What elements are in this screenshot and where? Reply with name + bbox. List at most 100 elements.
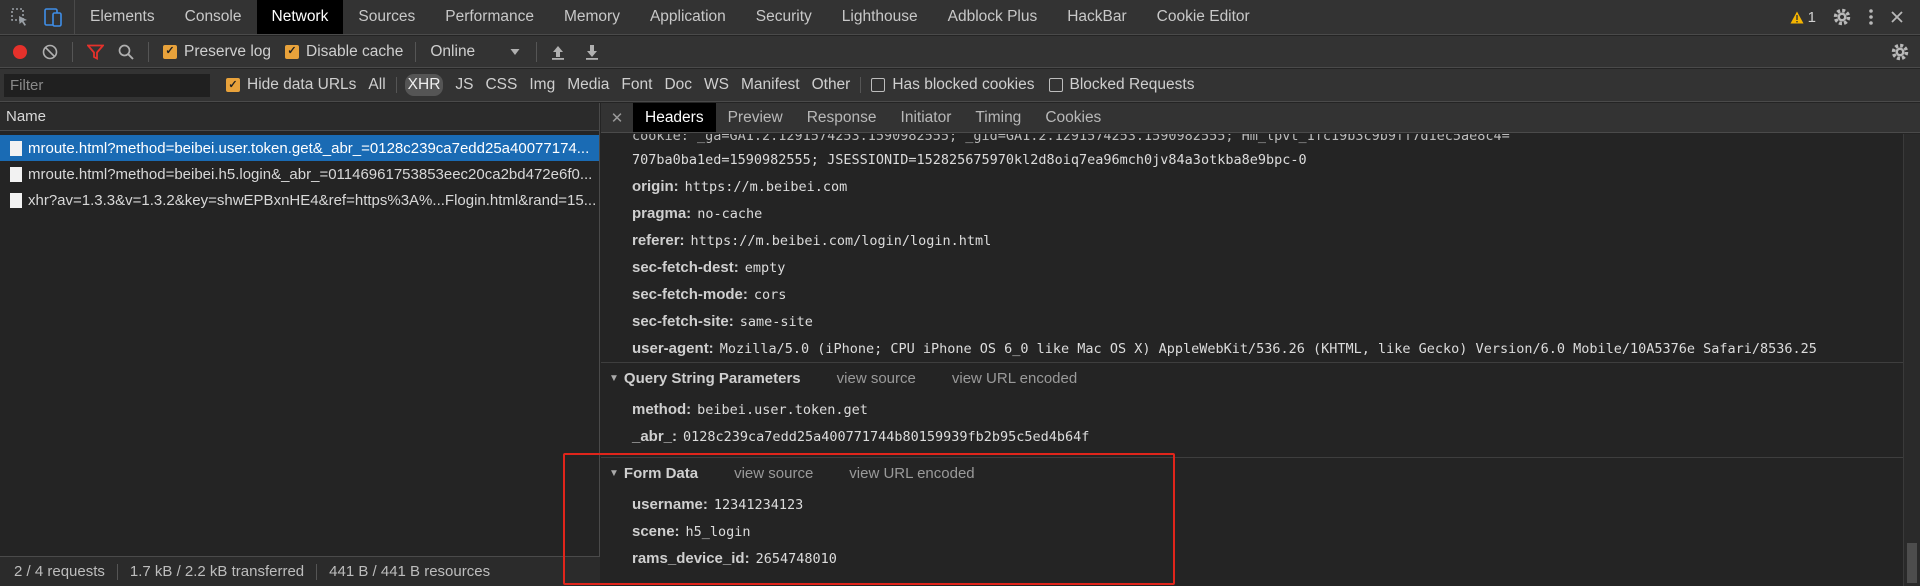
filter-divider: [395, 77, 397, 93]
checkbox-unchecked-icon: [871, 78, 886, 92]
header-key: user-agent:: [632, 340, 714, 357]
type-filter-doc[interactable]: Doc: [664, 76, 692, 94]
header-row: referer: https://m.beibei.com/login/login…: [632, 232, 991, 249]
tab-cookies[interactable]: Cookies: [1033, 103, 1113, 132]
filter-input[interactable]: [4, 73, 210, 97]
request-name: mroute.html?method=beibei.h5.login&_abr_…: [28, 165, 593, 183]
tab-sources[interactable]: Sources: [343, 0, 430, 34]
collapse-triangle-icon: ▼: [609, 468, 619, 479]
hide-data-urls-checkbox[interactable]: ✓ Hide data URLs: [226, 76, 356, 94]
header-row: pragma: no-cache: [632, 205, 762, 222]
type-filter-other[interactable]: Other: [812, 76, 851, 94]
disable-cache-label: Disable cache: [306, 42, 404, 60]
resources-size: 441 B / 441 B resources: [329, 563, 491, 580]
record-icon[interactable]: [12, 44, 28, 60]
form-key: scene:: [632, 523, 680, 540]
type-filter-font[interactable]: Font: [621, 76, 652, 94]
header-key: referer:: [632, 232, 685, 249]
toolbar-divider: [415, 41, 417, 62]
network-toolbar: ✓ Preserve log ✓ Disable cache Online: [0, 36, 1920, 68]
tab-adblock-plus[interactable]: Adblock Plus: [933, 0, 1053, 34]
request-row[interactable]: xhr?av=1.3.3&v=1.3.2&key=shwEPBxnHE4&ref…: [0, 187, 599, 213]
header-value: Mozilla/5.0 (iPhone; CPU iPhone OS 6_0 l…: [719, 341, 1817, 357]
header-key: sec-fetch-mode:: [632, 286, 748, 303]
type-filter-xhr[interactable]: XHR: [404, 74, 444, 96]
request-detail-panel: ✕ Headers Preview Response Initiator Tim…: [601, 103, 1920, 586]
has-blocked-cookies-checkbox[interactable]: Has blocked cookies: [871, 76, 1035, 94]
tab-hackbar[interactable]: HackBar: [1052, 0, 1141, 34]
type-filter-manifest[interactable]: Manifest: [741, 76, 800, 94]
tab-lighthouse[interactable]: Lighthouse: [827, 0, 933, 34]
tab-cookie-editor[interactable]: Cookie Editor: [1142, 0, 1265, 34]
type-filter-media[interactable]: Media: [567, 76, 609, 94]
more-options-icon[interactable]: [1868, 8, 1874, 26]
type-filter-all[interactable]: All: [368, 76, 385, 94]
close-devtools-icon[interactable]: [1890, 10, 1904, 24]
toolbar-divider: [536, 41, 538, 62]
throttling-select[interactable]: Online: [430, 43, 520, 61]
name-column-header[interactable]: Name: [0, 103, 599, 131]
query-view-source-link[interactable]: view source: [837, 370, 916, 387]
type-filter-css[interactable]: CSS: [485, 76, 517, 94]
checkbox-checked-icon: ✓: [226, 78, 240, 92]
request-name: mroute.html?method=beibei.user.token.get…: [28, 139, 590, 157]
name-column-label: Name: [6, 108, 47, 125]
tab-security[interactable]: Security: [741, 0, 827, 34]
collapse-triangle-icon: ▼: [609, 373, 619, 384]
tab-response[interactable]: Response: [795, 103, 889, 132]
query-view-url-encoded-link[interactable]: view URL encoded: [952, 370, 1077, 387]
header-value: no-cache: [697, 206, 763, 222]
detail-scrollbar[interactable]: [1903, 134, 1920, 586]
request-row[interactable]: mroute.html?method=beibei.h5.login&_abr_…: [0, 161, 599, 187]
toolbar-divider: [148, 41, 149, 62]
tab-application[interactable]: Application: [635, 0, 741, 34]
tab-network[interactable]: Network: [256, 0, 344, 34]
import-har-icon[interactable]: [551, 44, 565, 60]
tab-initiator[interactable]: Initiator: [889, 103, 964, 132]
device-toolbar-icon[interactable]: [42, 6, 64, 28]
lead-icons: [0, 0, 75, 34]
export-har-icon[interactable]: [585, 44, 599, 60]
header-value: empty: [744, 260, 786, 276]
tab-timing[interactable]: Timing: [963, 103, 1033, 132]
network-status-bar: 2 / 4 requests 1.7 kB / 2.2 kB transferr…: [0, 556, 600, 586]
type-filter-img[interactable]: Img: [529, 76, 555, 94]
blocked-requests-checkbox[interactable]: Blocked Requests: [1048, 76, 1194, 94]
section-divider: [601, 457, 1903, 458]
tab-console[interactable]: Console: [170, 0, 257, 34]
inspect-element-icon[interactable]: [10, 7, 30, 27]
headers-content: cookie: _ga=GA1.2.1291574253.1590982555;…: [601, 134, 1903, 586]
request-row[interactable]: mroute.html?method=beibei.user.token.get…: [0, 135, 599, 161]
tab-memory[interactable]: Memory: [549, 0, 635, 34]
disable-cache-checkbox[interactable]: ✓ Disable cache: [285, 43, 403, 61]
tabbar-right-actions: 1: [1790, 0, 1920, 34]
clear-icon[interactable]: [42, 44, 58, 60]
query-string-section-header[interactable]: ▼ Query String Parameters view source vi…: [609, 370, 1077, 387]
warnings-indicator[interactable]: 1: [1790, 9, 1816, 26]
tab-preview[interactable]: Preview: [716, 103, 795, 132]
type-filter-js[interactable]: JS: [455, 76, 473, 94]
param-value: beibei.user.token.get: [697, 402, 868, 418]
filter-funnel-icon[interactable]: [87, 44, 104, 60]
scrollbar-thumb[interactable]: [1907, 543, 1917, 583]
dropdown-arrow-icon: [510, 48, 520, 56]
form-view-source-link[interactable]: view source: [734, 465, 813, 482]
type-filter-ws[interactable]: WS: [704, 76, 729, 94]
tab-headers[interactable]: Headers: [633, 103, 716, 132]
header-key: sec-fetch-site:: [632, 313, 734, 330]
form-value: 12341234123: [713, 497, 804, 513]
network-settings-gear-icon[interactable]: [1890, 42, 1910, 62]
form-view-url-encoded-link[interactable]: view URL encoded: [849, 465, 974, 482]
search-icon[interactable]: [118, 44, 134, 60]
close-detail-icon[interactable]: ✕: [601, 103, 633, 132]
header-key: pragma:: [632, 205, 692, 222]
tab-elements[interactable]: Elements: [75, 0, 170, 34]
form-data-section-header[interactable]: ▼ Form Data view source view URL encoded: [609, 465, 975, 482]
filter-divider: [860, 77, 862, 93]
devtools-tab-bar: Elements Console Network Sources Perform…: [0, 0, 1920, 35]
preserve-log-checkbox[interactable]: ✓ Preserve log: [163, 43, 271, 61]
query-string-title: Query String Parameters: [623, 370, 801, 387]
settings-gear-icon[interactable]: [1832, 7, 1852, 27]
tab-performance[interactable]: Performance: [430, 0, 549, 34]
document-icon: [10, 166, 22, 182]
